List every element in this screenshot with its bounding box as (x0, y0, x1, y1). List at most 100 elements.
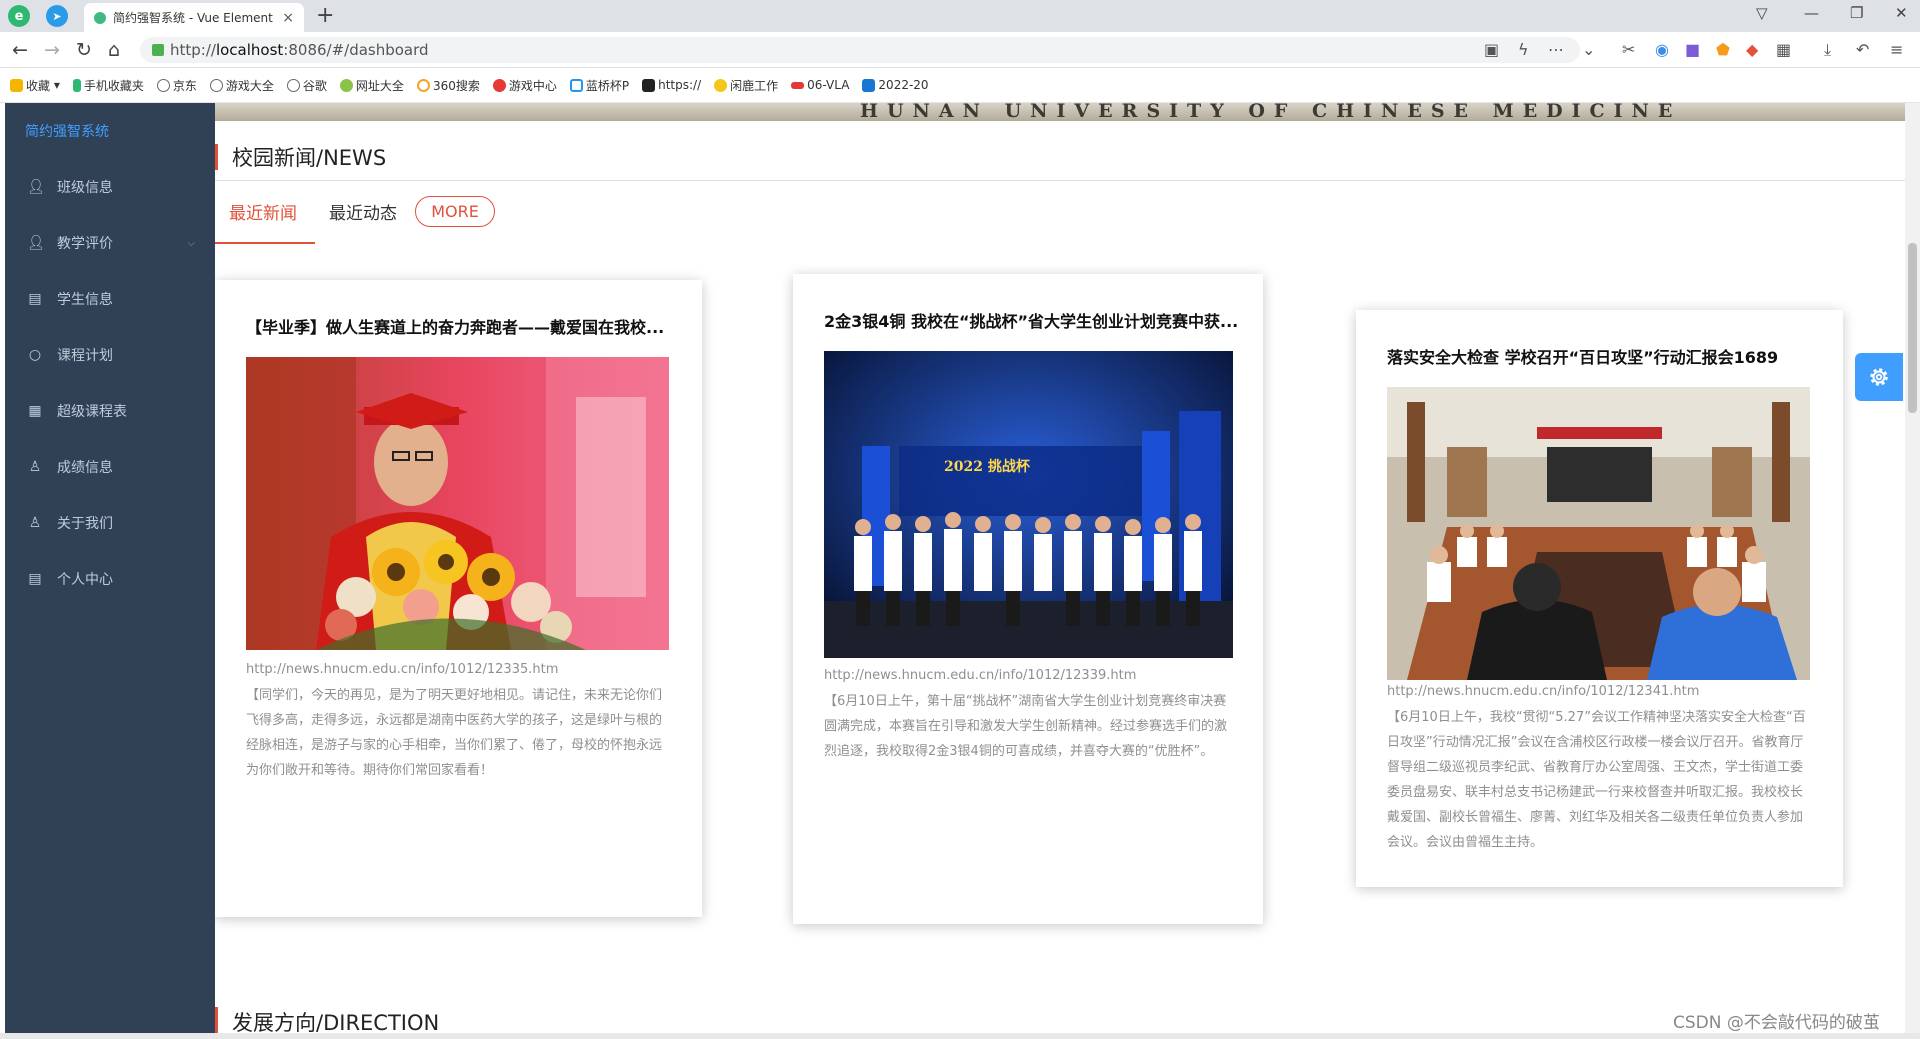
user-icon: 👤︎ (27, 179, 45, 195)
scrollbar-thumb[interactable] (1908, 243, 1917, 413)
sidebar-item-class-info[interactable]: 👤︎ 班级信息 (5, 159, 215, 215)
graduation-photo[interactable] (246, 357, 669, 650)
sidebar-item-course-plan[interactable]: ○ 课程计划 (5, 327, 215, 383)
sidebar-item-label: 教学评价 (57, 236, 113, 252)
more-button[interactable]: MORE (415, 196, 495, 227)
tab-latest-news[interactable]: 最近新闻 (229, 199, 297, 224)
new-tab-button[interactable]: + (316, 3, 334, 28)
close-window-button[interactable]: ✕ (1895, 4, 1908, 22)
sidebar-item-label: 成绩信息 (57, 460, 113, 476)
sidebar: 简约强智系统 👤︎ 班级信息 👤︎ 教学评价 ⌵ ▤ 学生信息 ○ 课程计划 ▦… (5, 103, 215, 1033)
tab-latest-updates[interactable]: 最近动态 (329, 199, 397, 224)
site-icon (339, 78, 353, 92)
bookmark-item[interactable]: 06-VLA (791, 78, 849, 92)
bookmark-item[interactable]: 闲鹿工作 (714, 77, 778, 94)
bookmark-item[interactable]: 网址大全 (339, 77, 404, 94)
csdn-watermark: CSDN @不会敲代码的破茧 (1673, 1013, 1880, 1033)
award-ceremony-photo[interactable]: 2022 挑战杯 (824, 351, 1233, 658)
building-icon: ▤ (28, 291, 42, 307)
tab-close-icon[interactable]: × (282, 10, 294, 26)
bookmark-item[interactable]: 谷歌 (286, 77, 327, 94)
more-icon[interactable]: ⋯ (1548, 40, 1564, 59)
back-arrow-icon[interactable]: ← (12, 39, 28, 61)
bookmark-item[interactable]: 360搜索 (416, 77, 480, 94)
news-card-title[interactable]: 2金3银4铜 我校在“挑战杯”省大学生创业计划竞赛中获... (824, 308, 1239, 332)
sidebar-item-label: 班级信息 (57, 180, 113, 196)
bookmark-item[interactable]: 手机收藏夹 (72, 77, 144, 94)
news-card-title[interactable]: 落实安全大检查 学校召开“百日攻坚”行动汇报会1689 (1387, 344, 1817, 368)
chevron-down-icon: ⌵ (187, 237, 195, 249)
lightning-icon[interactable]: ϟ (1518, 40, 1529, 59)
browser-logo-icon[interactable]: e (8, 5, 30, 27)
star-icon (10, 78, 23, 92)
bookmark-item[interactable]: 收藏 ▾ (10, 77, 60, 94)
news-card-link[interactable]: http://news.hnucm.edu.cn/info/1012/12341… (1387, 684, 1699, 699)
download-icon[interactable]: ⤓ (1824, 40, 1831, 60)
bookmark-item[interactable]: 京东 (156, 77, 197, 94)
bookmark-item[interactable]: 2022-20 (862, 78, 929, 92)
news-card[interactable]: 2金3银4铜 我校在“挑战杯”省大学生创业计划竞赛中获... 2022 挑战杯 (793, 274, 1263, 924)
bookmark-item[interactable]: 蓝桥杯P (569, 77, 629, 94)
apps-grid-icon[interactable]: ▦ (1776, 40, 1791, 59)
news-card-title[interactable]: 【毕业季】做人生赛道上的奋力奔跑者——戴爱国在我校... (246, 314, 676, 338)
page-scrollbar[interactable] (1905, 103, 1920, 1033)
direction-section-header: 发展方向/DIRECTION (215, 999, 1905, 1033)
extension-icon[interactable]: ◉ (1655, 40, 1669, 59)
home-icon[interactable]: ⌂ (108, 39, 120, 61)
tab-title: 简约强智系统 - Vue Element (113, 11, 273, 25)
browser-tab-bar: e ➤ 简约强智系统 - Vue Element × + ▽ — ❐ ✕ (0, 0, 1920, 32)
settings-button[interactable] (1855, 353, 1903, 401)
bookmark-item[interactable]: 游戏中心 (492, 77, 557, 94)
news-card-link[interactable]: http://news.hnucm.edu.cn/info/1012/12339… (824, 668, 1136, 683)
undo-icon[interactable]: ↶ (1856, 40, 1869, 59)
game-center-icon (492, 78, 506, 92)
active-tab-underline (215, 242, 315, 244)
bookmark-item[interactable]: 游戏大全 (209, 77, 274, 94)
url-field[interactable]: http://localhost:8086/#/dashboard (140, 37, 1580, 63)
h3c-icon (791, 81, 805, 89)
secure-shield-icon (152, 44, 164, 56)
university-banner: HUNAN UNIVERSITY OF CHINESE MEDICINE (215, 103, 1905, 121)
translate-icon[interactable]: ■ (1685, 40, 1700, 59)
sidebar-item-student-info[interactable]: ▤ 学生信息 (5, 271, 215, 327)
news-card-summary: 【同学们，今天的再见，是为了明天更好地相见。请记住，未来无论你们飞得多高，走得多… (246, 688, 663, 778)
chevron-down-icon[interactable]: ⌄ (1582, 40, 1595, 59)
menu-icon[interactable]: ≡ (1890, 40, 1903, 59)
search-icon: ○ (28, 347, 42, 363)
sidebar-item-about[interactable]: ♙ 关于我们 (5, 495, 215, 551)
bookmark-item[interactable]: https:// (642, 78, 701, 92)
reload-icon[interactable]: ↻ (76, 39, 92, 61)
sidebar-item-teaching-evaluation[interactable]: 👤︎ 教学评价 ⌵ (5, 215, 215, 271)
user-outline-icon: ♙ (28, 459, 42, 475)
globe-icon (286, 78, 300, 92)
sidebar-item-super-schedule[interactable]: ▦ 超级课程表 (5, 383, 215, 439)
scissors-icon[interactable]: ✂ (1622, 40, 1635, 59)
pin-icon[interactable]: ▽ (1756, 4, 1768, 22)
shield-icon[interactable]: ⬟ (1716, 40, 1730, 59)
screenshot-icon[interactable]: ▣ (1484, 40, 1499, 59)
bookmarks-bar: 收藏 ▾ 手机收藏夹 京东 游戏大全 谷歌 网址大全 360搜索 游戏中心 蓝桥… (0, 68, 1920, 103)
bottom-strip (0, 1033, 1920, 1039)
telegram-icon[interactable]: ➤ (46, 5, 68, 27)
forward-arrow-icon[interactable]: → (44, 39, 60, 61)
sidebar-brand[interactable]: 简约强智系统 (5, 103, 215, 159)
minimize-button[interactable]: — (1804, 4, 1819, 22)
sidebar-item-grades[interactable]: ♙ 成绩信息 (5, 439, 215, 495)
accent-bar (215, 144, 218, 170)
meeting-room-photo[interactable] (1387, 387, 1810, 680)
globe-icon (209, 78, 223, 92)
search-360-icon (416, 78, 430, 92)
restore-button[interactable]: ❐ (1850, 4, 1863, 22)
news-card-link[interactable]: http://news.hnucm.edu.cn/info/1012/12335… (246, 662, 558, 677)
news-card-summary: 【6月10日上午，第十届“挑战杯”湖南省大学生创业计划竞赛终审决赛圆满完成，本赛… (824, 694, 1228, 759)
game-icon[interactable]: ◆ (1746, 40, 1758, 59)
phone-icon (72, 78, 81, 92)
browser-tab-active[interactable]: 简约强智系统 - Vue Element × (84, 3, 304, 32)
tv-icon (569, 78, 583, 92)
calendar-icon: ▦ (28, 403, 42, 419)
news-card[interactable]: 【毕业季】做人生赛道上的奋力奔跑者——戴爱国在我校... http://news… (215, 280, 702, 917)
news-card[interactable]: 落实安全大检查 学校召开“百日攻坚”行动汇报会1689 http://news.… (1356, 310, 1843, 887)
user-outline-icon: ♙ (28, 515, 42, 531)
sidebar-item-profile[interactable]: ▤ 个人中心 (5, 551, 215, 607)
accent-bar (215, 1007, 218, 1033)
